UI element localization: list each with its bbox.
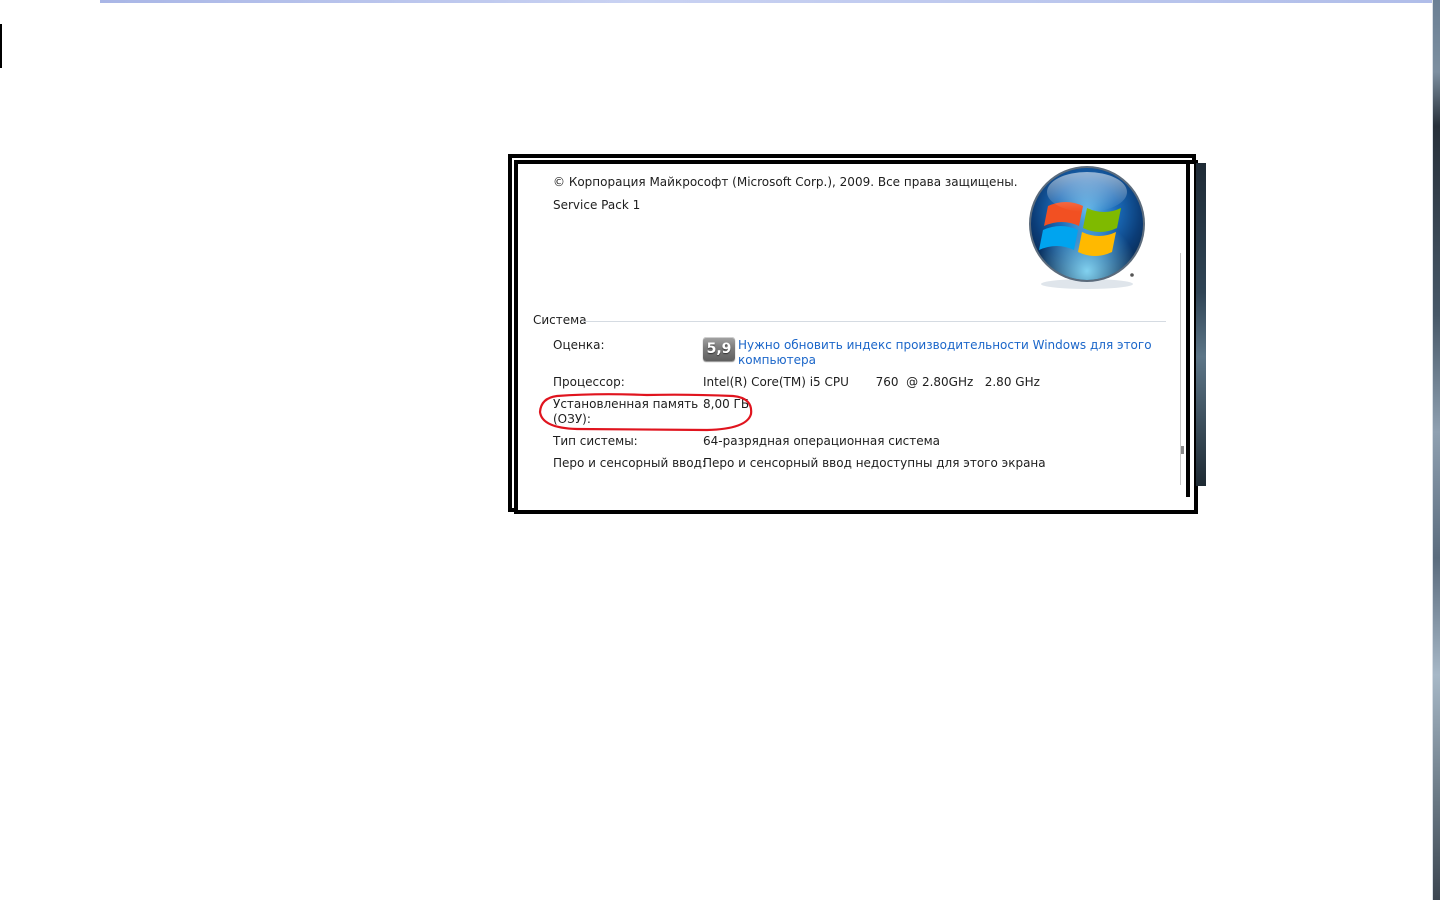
pen-touch-value: Перо и сенсорный ввод недоступны для это…	[703, 456, 1046, 470]
rating-label: Оценка:	[553, 338, 605, 352]
performance-score-badge[interactable]: 5,9	[703, 337, 735, 361]
pen-touch-label: Перо и сенсорный ввод:	[553, 456, 706, 470]
annotation-frame-bar	[1186, 163, 1190, 497]
memory-highlight-circle	[538, 393, 753, 432]
update-index-link-line2[interactable]: компьютера	[738, 353, 816, 368]
processor-label: Процессор:	[553, 375, 625, 389]
wallpaper-sliver	[1196, 163, 1206, 486]
left-edge-mark	[0, 24, 2, 68]
system-type-label: Тип системы:	[553, 434, 638, 448]
scrollbar-grip[interactable]	[1181, 446, 1184, 454]
top-window-edge	[100, 0, 1435, 3]
copyright-text: © Корпорация Майкрософт (Microsoft Corp.…	[553, 175, 1018, 189]
update-index-link-line1[interactable]: Нужно обновить индекс производительности…	[738, 338, 1152, 353]
service-pack-text: Service Pack 1	[553, 198, 641, 212]
section-divider	[583, 321, 1166, 322]
section-title-system: Система	[533, 313, 587, 327]
processor-value: Intel(R) Core(TM) i5 CPU 760 @ 2.80GHz 2…	[703, 375, 1040, 389]
desktop-wallpaper-edge	[1433, 0, 1440, 900]
windows-logo-icon	[1029, 166, 1145, 289]
system-type-value: 64-разрядная операционная система	[703, 434, 941, 448]
